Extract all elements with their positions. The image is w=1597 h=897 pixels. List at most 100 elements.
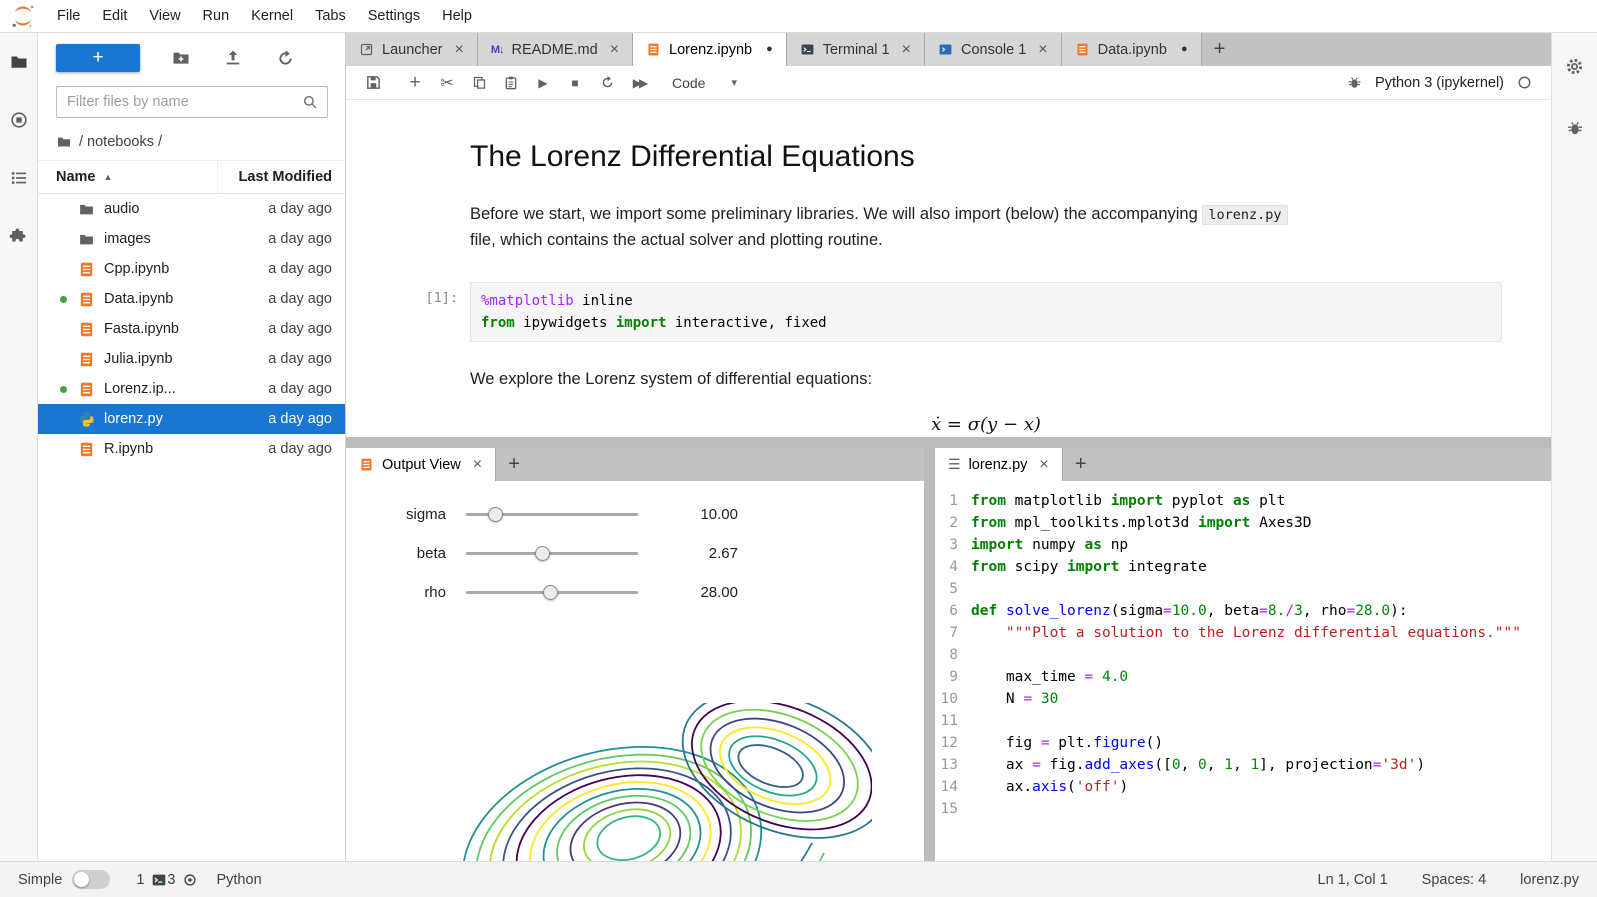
- file-row-images[interactable]: images a day ago: [38, 224, 345, 254]
- menu-item-run[interactable]: Run: [192, 0, 241, 33]
- rho-slider[interactable]: [466, 585, 638, 600]
- new-view-button[interactable]: +: [496, 448, 532, 481]
- file-name: Fasta.ipynb: [104, 321, 179, 337]
- sort-asc-icon: ▲: [103, 172, 113, 182]
- editor-line: 11: [940, 713, 958, 729]
- file-row-lorenz-py[interactable]: lorenz.py a day ago: [38, 404, 345, 434]
- tab-terminal-1[interactable]: Terminal 1 ×: [786, 33, 925, 66]
- menu-item-view[interactable]: View: [138, 0, 191, 33]
- close-tab-icon[interactable]: ×: [610, 41, 619, 58]
- close-tab-icon[interactable]: ×: [902, 41, 911, 58]
- close-tab-icon[interactable]: ×: [473, 456, 482, 473]
- column-last-modified[interactable]: Last Modified: [217, 161, 345, 193]
- new-tab-button[interactable]: +: [1202, 33, 1238, 66]
- tab-lorenz-ipynb[interactable]: Lorenz.ipynb ●: [633, 33, 787, 66]
- folder-icon: [78, 201, 95, 218]
- close-tab-icon[interactable]: ×: [454, 41, 463, 58]
- save-button[interactable]: [358, 70, 388, 96]
- unsaved-dot-icon: ●: [766, 43, 773, 55]
- editor-line: 9 max_time = 4.0: [949, 669, 1129, 685]
- running-sessions-icon[interactable]: [8, 109, 30, 131]
- file-modified: a day ago: [268, 261, 332, 277]
- kernels-count[interactable]: 3: [167, 872, 198, 888]
- menu-item-kernel[interactable]: Kernel: [240, 0, 304, 33]
- left-sidebar-strip: [0, 33, 38, 861]
- notebook-content[interactable]: The Lorenz Differential Equations Before…: [346, 100, 1551, 437]
- slider-handle[interactable]: [488, 507, 504, 522]
- kernel-name[interactable]: Python 3 (ipykernel): [1375, 75, 1504, 91]
- restart-kernel-button[interactable]: [592, 70, 622, 96]
- editor-content[interactable]: 1 from matplotlib import pyplot as plt 2f…: [935, 481, 1551, 861]
- file-row-cpp-ipynb[interactable]: Cpp.ipynb a day ago: [38, 254, 345, 284]
- tab-console-1[interactable]: Console 1 ×: [924, 33, 1062, 66]
- file-name: Cpp.ipynb: [104, 261, 170, 277]
- breadcrumb[interactable]: / notebooks /: [38, 122, 345, 160]
- simple-mode-toggle[interactable]: [72, 870, 111, 889]
- launcher-icon: [359, 42, 374, 57]
- paste-cells-button[interactable]: [496, 70, 526, 96]
- property-inspector-gear-icon[interactable]: [1564, 55, 1586, 77]
- refresh-button[interactable]: [274, 47, 296, 69]
- code-cell[interactable]: [1]: %matplotlib inline from ipywidgets …: [346, 281, 1551, 342]
- tab-launcher[interactable]: Launcher ×: [346, 33, 478, 66]
- cut-cells-button[interactable]: ✂: [432, 70, 462, 96]
- debugger-bug-icon[interactable]: [1346, 74, 1363, 91]
- extensions-icon[interactable]: [8, 225, 30, 247]
- terminals-count[interactable]: 1: [136, 872, 167, 888]
- slider-handle[interactable]: [534, 546, 550, 561]
- editor-line: 4 from scipy import integrate: [949, 559, 1207, 575]
- tab-data-ipynb[interactable]: Data.ipynb ●: [1061, 33, 1202, 66]
- table-of-contents-icon[interactable]: [8, 167, 30, 189]
- file-row-audio[interactable]: audio a day ago: [38, 194, 345, 224]
- notebook-icon: [78, 351, 95, 368]
- paragraph-text: file, which contains the actual solver a…: [470, 231, 883, 250]
- file-row-r-ipynb[interactable]: R.ipynb a day ago: [38, 434, 345, 464]
- menu-item-file[interactable]: File: [46, 0, 91, 33]
- menu-item-tabs[interactable]: Tabs: [304, 0, 357, 33]
- file-row-data-ipynb[interactable]: Data.ipynb a day ago: [38, 284, 345, 314]
- new-folder-button[interactable]: [170, 47, 192, 69]
- file-row-lorenz-ipynb[interactable]: Lorenz.ip... a day ago: [38, 374, 345, 404]
- active-file-name: lorenz.py: [1520, 871, 1579, 888]
- filter-files-input[interactable]: [56, 86, 328, 118]
- menu-item-edit[interactable]: Edit: [91, 0, 138, 33]
- tab-output-view[interactable]: Output View ×: [346, 448, 497, 481]
- tab-lorenz-py[interactable]: ☰ lorenz.py ×: [935, 448, 1063, 481]
- close-tab-icon[interactable]: ×: [1039, 456, 1048, 473]
- main-tab-bar: Launcher × M↓ README.md × Lorenz.ipynb ●…: [346, 33, 1551, 66]
- insert-cell-button[interactable]: +: [400, 70, 430, 96]
- interrupt-kernel-button[interactable]: ■: [560, 70, 590, 96]
- close-tab-icon[interactable]: ×: [1038, 41, 1047, 58]
- tab-readme-md[interactable]: M↓ README.md ×: [477, 33, 634, 66]
- file-name: Julia.ipynb: [104, 351, 173, 367]
- new-launcher-button[interactable]: +: [56, 44, 140, 72]
- file-row-julia-ipynb[interactable]: Julia.ipynb a day ago: [38, 344, 345, 374]
- upload-button[interactable]: [222, 47, 244, 69]
- debugger-bug-icon[interactable]: [1564, 117, 1586, 139]
- kernel-language[interactable]: Python: [216, 872, 261, 888]
- code-editor[interactable]: 1 from matplotlib import pyplot as plt 2f…: [935, 481, 1551, 820]
- new-view-button[interactable]: +: [1063, 448, 1099, 481]
- copy-cells-button[interactable]: [464, 70, 494, 96]
- menu-item-help[interactable]: Help: [431, 0, 483, 33]
- code-line: %matplotlib inline: [481, 292, 633, 309]
- menu-item-settings[interactable]: Settings: [357, 0, 431, 33]
- kernel-status-icon[interactable]: [1516, 74, 1533, 91]
- notebook-paragraph-1: Before we start, we import some prelimin…: [470, 201, 1502, 254]
- file-browser-icon[interactable]: [8, 51, 30, 73]
- cursor-position[interactable]: Ln 1, Col 1: [1318, 872, 1388, 888]
- indent-setting[interactable]: Spaces: 4: [1422, 872, 1487, 888]
- slider-value: 2.67: [708, 545, 738, 562]
- file-row-fasta-ipynb[interactable]: Fasta.ipynb a day ago: [38, 314, 345, 344]
- cell-editor[interactable]: %matplotlib inline from ipywidgets impor…: [470, 281, 1502, 342]
- cell-type-dropdown[interactable]: Code ▾: [672, 75, 737, 91]
- file-browser-panel: + / notebooks / Name▲ Last Modified audi…: [38, 33, 346, 861]
- beta-slider[interactable]: [466, 546, 638, 561]
- breadcrumb-path[interactable]: / notebooks /: [79, 134, 162, 150]
- restart-run-all-button[interactable]: ▶▶: [624, 70, 654, 96]
- column-name[interactable]: Name ▲: [38, 161, 217, 193]
- run-cell-button[interactable]: ▶: [528, 70, 558, 96]
- slider-handle[interactable]: [543, 585, 559, 600]
- sigma-slider[interactable]: [466, 507, 638, 522]
- markdown-icon: M↓: [490, 43, 505, 56]
